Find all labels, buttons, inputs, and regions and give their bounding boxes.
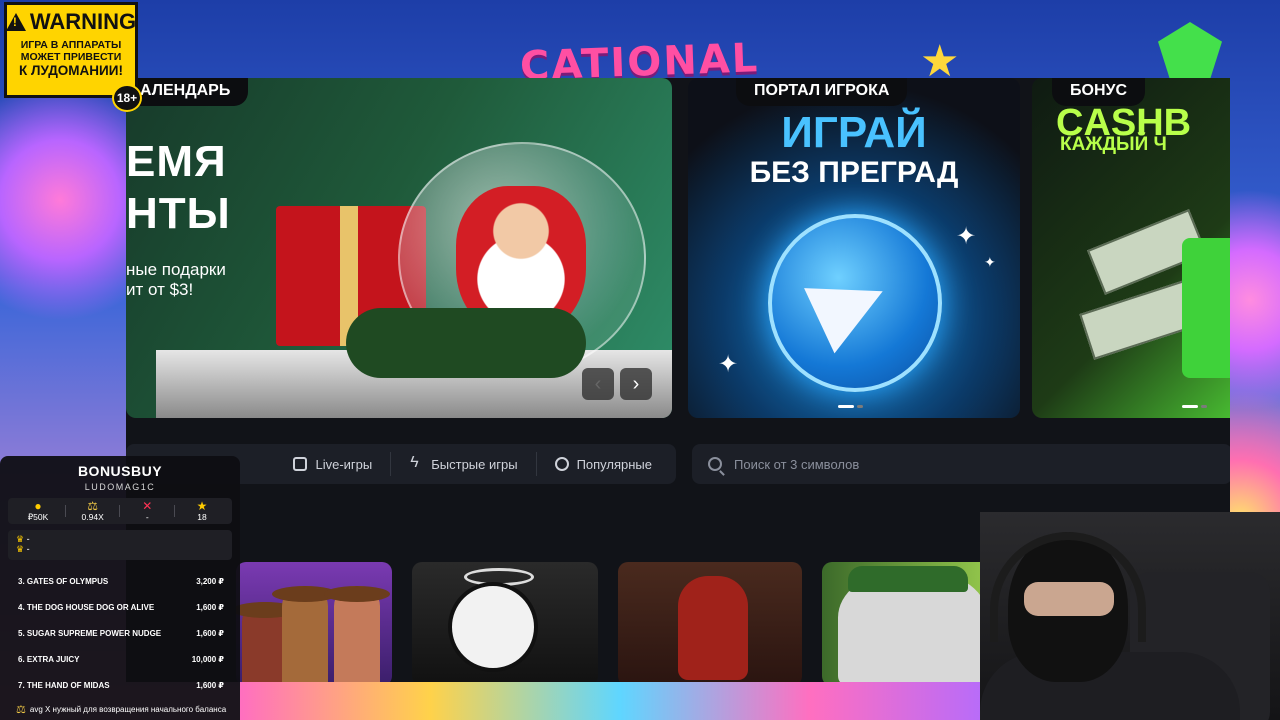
divider <box>174 505 176 517</box>
carousel-dot[interactable] <box>1201 405 1207 408</box>
banknote-image <box>1079 280 1199 360</box>
promo-banner-calendar[interactable]: АЛЕНДАРЬ ЕМЯ НТЫ ные подарки ит от $3! ‹… <box>126 78 672 418</box>
divider <box>390 452 392 476</box>
scale-icon: ⚖ <box>87 499 99 513</box>
candy-strip <box>240 680 1000 720</box>
coin-icon: ● <box>34 498 42 513</box>
list-item: 4. THE DOG HOUSE DOG OR ALIVE 1,600 ₽ <box>18 602 224 612</box>
headset <box>990 532 1146 642</box>
bonusbuy-subtitle: LUDOMAG1C <box>84 482 156 492</box>
carousel-dots <box>1182 405 1207 408</box>
filter-fast-games[interactable]: Быстрые игры <box>395 444 531 484</box>
sparkle-icon: ✦ <box>984 254 996 270</box>
streamer-webcam <box>980 512 1280 720</box>
bonusbuy-footer: ⚖ avg X нужный для возвращения начальног… <box>16 704 227 716</box>
character-image <box>678 576 748 680</box>
divider <box>64 505 66 517</box>
bonusbuy-panel: BONUSBUY LUDOMAG1C ● ₽50K ⚖ 0.94X ✕ - ★ … <box>0 456 240 720</box>
stat-lost: ✕ - <box>142 499 153 522</box>
game-card[interactable] <box>618 562 802 682</box>
filter-label: Быстрые игры <box>431 456 518 472</box>
banner-tag: ПОРТАЛ ИГРОКА <box>736 78 908 106</box>
list-item: 7. THE HAND OF MIDAS 1,600 ₽ <box>18 680 224 690</box>
bonusbuy-title: BONUSBUY <box>77 463 163 479</box>
list-item: 6. EXTRA JUICY 10,000 ₽ <box>18 654 224 664</box>
search-icon <box>708 457 722 471</box>
divider <box>535 452 537 476</box>
search-placeholder: Поиск от 3 символов <box>734 456 860 472</box>
character-image <box>324 586 390 682</box>
sparkle-icon: ✦ <box>718 351 739 378</box>
character-image <box>448 582 538 672</box>
banner-tag: АЛЕНДАРЬ <box>126 78 249 106</box>
crown-icon: ♛ <box>16 544 25 554</box>
bonusbuy-top-box: ♛ - ♛ - <box>8 530 232 560</box>
crown-icon: ♛ <box>16 534 25 544</box>
banner-headline: ИГРАЙ <box>781 108 927 157</box>
promo-banner-telegram[interactable]: ПОРТАЛ ИГРОКА ИГРАЙ БЕЗ ПРЕГРАД ✦ ✦ ✦ <box>688 78 1020 418</box>
character-image <box>272 586 338 682</box>
cashback-arrow-icon <box>1182 238 1230 378</box>
promo-banner-cashback[interactable]: БОНУС CASHB КАЖДЫЙ Ч <box>1032 78 1230 418</box>
banner-caption: ные подарки ит от $3! <box>126 260 226 299</box>
game-card[interactable] <box>412 562 598 682</box>
banner-subheadline: КАЖДЫЙ Ч <box>1060 134 1167 155</box>
sparkle-icon: ✦ <box>956 223 977 250</box>
filter-label: Популярные <box>576 456 652 472</box>
divider <box>119 505 121 517</box>
carousel-prev-button[interactable]: ‹ <box>582 368 614 400</box>
star-icon: ★ <box>196 499 208 513</box>
gambling-warning-badge: WARNING ИГРА В АППАРАТЫ МОЖЕТ ПРИВЕСТИ К… <box>4 2 138 98</box>
list-item: 3. GATES OF OLYMPUS 3,200 ₽ <box>18 576 224 586</box>
telegram-coin-icon <box>768 214 942 392</box>
stat-avg-x: ⚖ 0.94X <box>81 499 104 522</box>
chevron-right-icon: › <box>632 372 640 395</box>
cross-icon: ✕ <box>142 499 153 513</box>
banner-subheadline: БЕЗ ПРЕГРАД <box>749 156 959 189</box>
lightning-icon <box>409 454 423 472</box>
fire-icon <box>554 457 569 471</box>
pine-branch-image <box>346 308 586 378</box>
game-card[interactable] <box>236 562 392 682</box>
filter-popular[interactable]: Популярные <box>541 444 666 484</box>
carousel-dot[interactable] <box>838 405 854 408</box>
tv-icon <box>293 457 308 471</box>
warning-title: WARNING <box>29 9 137 34</box>
filter-label: Live-игры <box>315 456 373 472</box>
stat-balance: ● ₽50K <box>27 498 49 522</box>
paper-plane-icon <box>804 258 898 354</box>
warning-icon <box>5 13 26 31</box>
carousel-dots <box>838 405 863 408</box>
bonusbuy-stats: ● ₽50K ⚖ 0.94X ✕ - ★ 18 <box>8 498 232 524</box>
filter-live-games[interactable]: Live-игры <box>279 444 386 484</box>
character-image <box>838 566 988 682</box>
chevron-left-icon: ‹ <box>594 372 602 395</box>
warning-text: ИГРА В АППАРАТЫ МОЖЕТ ПРИВЕСТИ К ЛУДОМАН… <box>19 39 123 78</box>
game-search-input[interactable]: Поиск от 3 символов <box>692 444 1230 484</box>
list-item: 5. SUGAR SUPREME POWER NUDGE 1,600 ₽ <box>18 628 224 638</box>
bonusbuy-list: 3. GATES OF OLYMPUS 3,200 ₽ 4. THE DOG HO… <box>0 568 240 698</box>
age-restriction-badge: 18+ <box>112 84 142 112</box>
carousel-dot[interactable] <box>1182 405 1198 408</box>
banner-headline: ЕМЯ НТЫ <box>126 137 231 238</box>
scale-icon: ⚖ <box>16 704 26 716</box>
carousel-dot[interactable] <box>857 405 863 408</box>
stat-count: ★ 18 <box>196 499 208 522</box>
carousel-next-button[interactable]: › <box>620 368 652 400</box>
